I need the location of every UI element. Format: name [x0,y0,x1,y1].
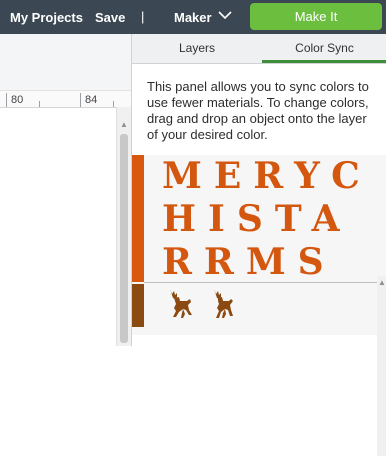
canvas-area[interactable]: 80 84 ▲ [0,34,131,346]
ruler-tick [39,101,40,107]
my-projects-link[interactable]: My Projects [10,10,83,25]
layers-panel: Layers Color Sync This panel allows you … [131,34,386,456]
layer-text-line[interactable]: HISTA [162,198,382,241]
panel-tabs: Layers Color Sync [132,34,386,64]
chevron-down-icon[interactable] [218,10,232,20]
layer-text-line[interactable]: MERYC [162,155,382,198]
horizontal-ruler: 80 84 [0,90,131,108]
top-bar: My Projects Save | Maker Make It [0,0,386,34]
tab-layers[interactable]: Layers [132,34,262,63]
color-sync-list: MERYC HISTA RRMS ▲ [132,155,386,456]
save-button[interactable]: Save [95,10,125,25]
canvas-vertical-scrollbar[interactable]: ▲ [116,107,131,346]
panel-scrollbar[interactable]: ▲ [377,276,386,456]
make-it-button[interactable]: Make It [250,3,382,30]
ruler-tick [6,93,7,107]
tab-color-sync[interactable]: Color Sync [262,34,386,63]
ruler-tick [113,101,114,107]
layer-divider [144,282,379,283]
ruler-tick [80,93,81,107]
color-swatch-orange[interactable] [132,155,144,282]
ruler-label: 84 [85,94,98,106]
layer-text-group[interactable]: MERYC HISTA RRMS [162,155,382,284]
reindeer-icon[interactable] [164,287,194,321]
topbar-separator: | [141,9,145,24]
scrollbar-thumb[interactable] [120,134,128,343]
scroll-up-arrow-icon[interactable]: ▲ [378,278,386,287]
layer-text-line[interactable]: RRMS [162,241,382,284]
reindeer-icon[interactable] [206,287,236,321]
ruler-label: 80 [11,94,24,106]
color-sync-description: This panel allows you to sync colors to … [147,79,369,142]
machine-selector[interactable]: Maker [174,10,212,25]
scroll-up-arrow-icon[interactable]: ▲ [120,120,128,129]
color-swatch-brown[interactable] [132,284,144,327]
canvas-top-area [0,34,131,90]
